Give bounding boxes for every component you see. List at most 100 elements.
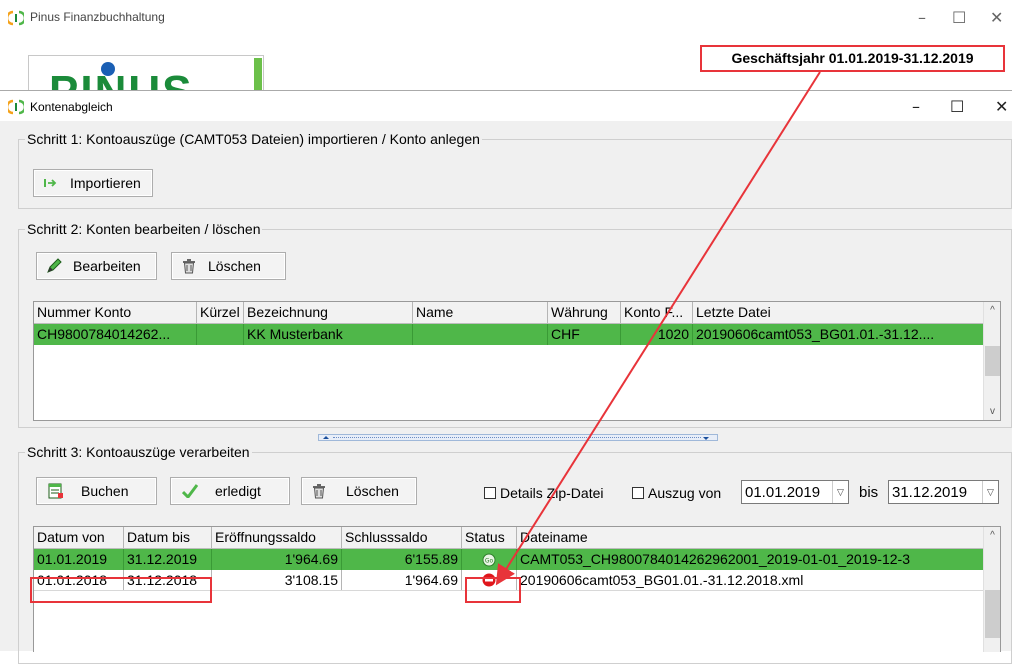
done-button[interactable]: erledigt [170,477,290,505]
splitter-up-icon [323,436,329,439]
step1-legend: Schritt 1: Kontoauszüge (CAMT053 Dateien… [27,131,480,147]
trash-icon [310,483,328,499]
logo-dot [101,62,115,76]
accounts-table-scrollbar[interactable]: ^ v [983,302,1000,420]
cell-date-to: 31.12.2019 [124,549,212,570]
column-header-description[interactable]: Bezeichnung [244,302,413,323]
logo-accent-bar [254,58,262,92]
cell-account-number: CH9800784014262... [34,324,197,345]
table-row[interactable]: 01.01.2019 31.12.2019 1'964.69 6'155.89 … [34,549,985,570]
column-header-closing-balance[interactable]: Schlusssaldo [342,527,462,548]
dialog-maximize-button[interactable]: ☐ [950,99,964,115]
cell-opening-balance: 3'108.15 [212,570,342,590]
table-row[interactable]: CH9800784014262... KK Musterbank CHF 102… [34,324,985,345]
cell-status [462,570,517,590]
date-to-value: 31.12.2019 [892,483,968,501]
cell-name [413,324,548,345]
cell-closing-balance: 6'155.89 [342,549,462,570]
statements-table-scrollbar[interactable]: ^ [983,527,1000,652]
trash-icon [180,258,198,274]
delete-statement-button[interactable]: Löschen [301,477,417,505]
column-header-date-to[interactable]: Datum bis [124,527,212,548]
scroll-thumb[interactable] [985,346,1000,376]
cell-opening-balance: 1'964.69 [212,549,342,570]
splitter-grip [333,437,701,438]
panel-splitter[interactable] [318,434,718,441]
cell-status: Go [462,549,517,570]
chevron-down-icon[interactable]: ▽ [832,481,848,503]
dialog-title: Kontenabgleich [30,100,113,114]
cell-date-from: 01.01.2018 [34,570,124,590]
ledger-icon [47,483,65,499]
main-minimize-button[interactable]: – [918,10,926,26]
date-from-picker[interactable]: 01.01.2019 ▽ [741,480,849,504]
scroll-up-icon[interactable]: ^ [984,527,1000,544]
splitter-down-icon [703,437,709,440]
cell-filename: CAMT053_CH9800784014262962001_2019-01-01… [520,551,910,567]
import-button[interactable]: Importieren [33,169,153,197]
column-header-date-from[interactable]: Datum von [34,527,124,548]
checkmark-icon [181,484,199,498]
cell-currency: CHF [548,324,621,345]
main-close-button[interactable]: ✕ [990,10,1003,26]
cell-filename: 20190606camt053_BG01.01.-31.12.2018.xml [520,572,804,588]
dialog-app-icon [8,99,24,115]
cell-description: KK Musterbank [244,324,413,345]
svg-text:Go: Go [485,557,494,564]
column-header-short-code[interactable]: Kürzel [197,302,244,323]
column-header-account-fibu[interactable]: Konto F... [621,302,693,323]
statements-table-header: Datum von Datum bis Eröffnungssaldo Schl… [34,527,985,549]
dialog-minimize-button[interactable]: – [912,99,920,115]
delete-account-button[interactable]: Löschen [171,252,286,280]
dialog-close-button[interactable]: ✕ [995,99,1008,115]
cell-date-from: 01.01.2019 [34,549,124,570]
cell-date-to: 31.12.2018 [124,570,212,590]
statement-from-checkbox-box[interactable] [632,487,644,499]
pinus-logo: PINUS [28,55,264,95]
main-maximize-button[interactable]: ☐ [952,10,966,26]
dialog-titlebar: Kontenabgleich – ☐ ✕ [0,91,1012,121]
main-window-titlebar: Pinus Finanzbuchhaltung – ☐ ✕ [0,0,1012,36]
column-header-account-number[interactable]: Nummer Konto [34,302,197,323]
step1-group: Schritt 1: Kontoauszüge (CAMT053 Dateien… [18,131,1012,209]
book-button-label: Buchen [81,483,129,499]
blocked-status-icon [482,573,496,587]
chevron-down-icon[interactable]: ▽ [982,481,998,503]
cell-account-fibu: 1020 [621,324,693,345]
scroll-down-icon[interactable]: v [984,403,1000,420]
scroll-up-icon[interactable]: ^ [984,302,1000,319]
done-button-label: erledigt [215,483,261,499]
column-header-status[interactable]: Status [462,527,517,548]
book-button[interactable]: Buchen [36,477,157,505]
details-zip-checkbox-box[interactable] [484,487,496,499]
column-header-last-file[interactable]: Letzte Datei [693,302,985,323]
details-zip-label: Details Zip-Datei [500,485,604,501]
scroll-thumb[interactable] [985,590,1000,638]
delete-account-button-label: Löschen [208,258,261,274]
column-header-name[interactable]: Name [413,302,548,323]
details-zip-checkbox[interactable]: Details Zip-Datei [484,485,603,501]
date-from-value: 01.01.2019 [745,483,821,501]
accounts-table: Nummer Konto Kürzel Bezeichnung Name Wäh… [33,301,1001,421]
import-arrow-icon [42,178,60,188]
statement-from-label: Auszug von [648,485,722,501]
accounts-table-header: Nummer Konto Kürzel Bezeichnung Name Wäh… [34,302,985,324]
column-header-filename[interactable]: Dateiname [517,527,985,548]
import-button-label: Importieren [70,175,141,191]
step2-legend: Schritt 2: Konten bearbeiten / löschen [27,221,261,237]
date-to-picker[interactable]: 31.12.2019 ▽ [888,480,999,504]
step3-legend: Schritt 3: Kontoauszüge verarbeiten [27,444,250,460]
cell-closing-balance: 1'964.69 [342,570,462,590]
edit-account-button-label: Bearbeiten [73,258,141,274]
cell-short-code [197,324,244,345]
statements-table: Datum von Datum bis Eröffnungssaldo Schl… [33,526,1001,652]
fiscal-year-annotation: Geschäftsjahr 01.01.2019-31.12.2019 [700,45,1005,72]
go-status-icon: Go [482,553,496,566]
statement-from-checkbox[interactable]: Auszug von [632,485,721,501]
edit-account-button[interactable]: Bearbeiten [36,252,157,280]
pinus-app-icon [8,10,24,26]
column-header-currency[interactable]: Währung [548,302,621,323]
until-label: bis [859,484,879,501]
table-row[interactable]: 01.01.2018 31.12.2018 3'108.15 1'964.69 … [34,570,985,591]
column-header-opening-balance[interactable]: Eröffnungssaldo [212,527,342,548]
